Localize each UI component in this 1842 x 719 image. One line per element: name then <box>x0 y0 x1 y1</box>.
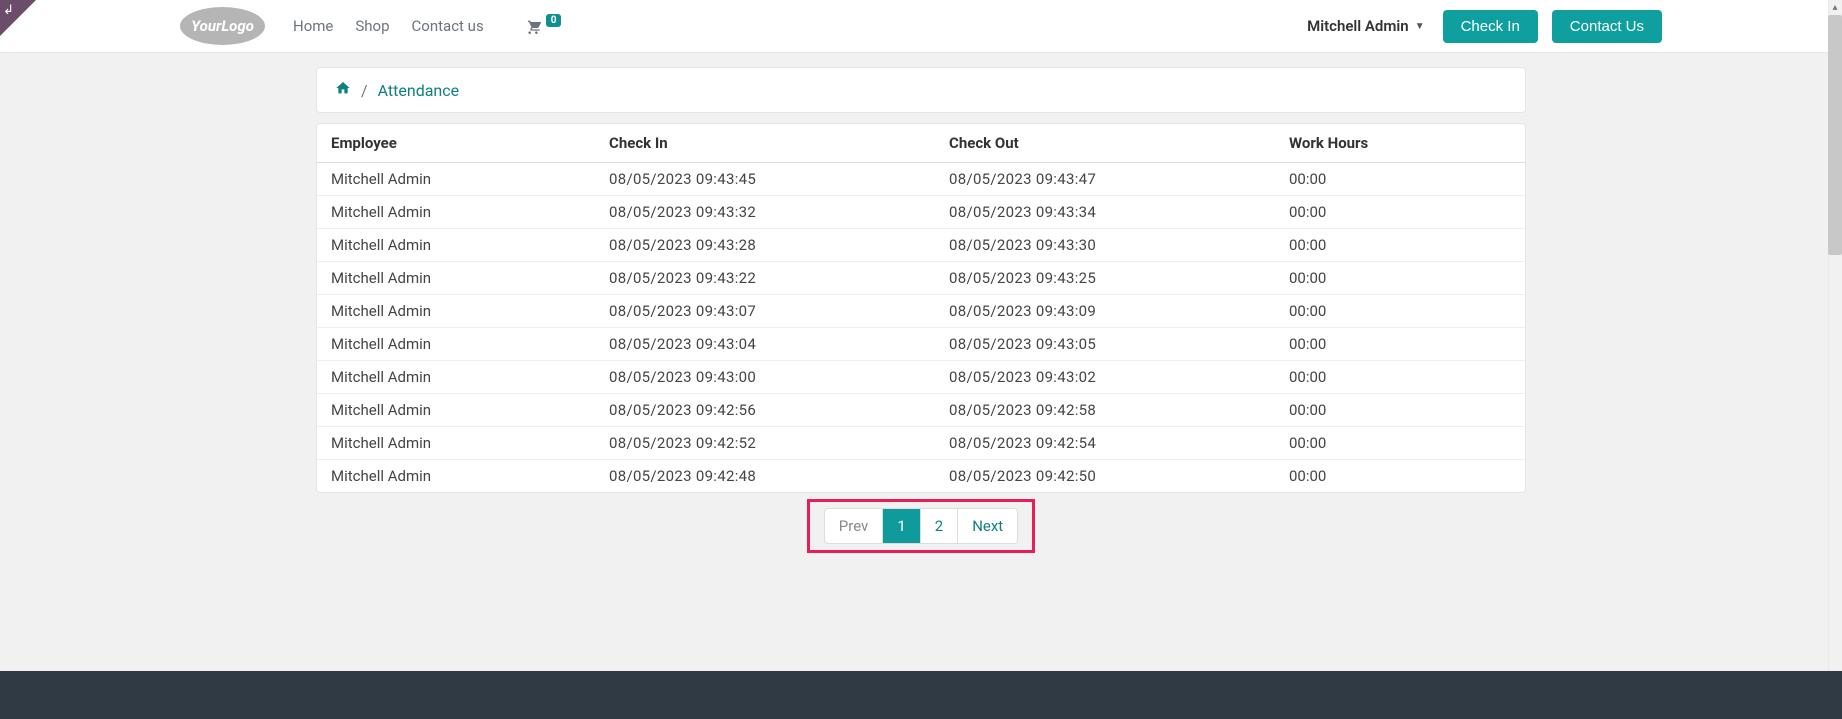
header: YourLogo Home Shop Contact us 0 Mitchell… <box>0 0 1842 53</box>
logo-text-2: Logo <box>221 17 254 35</box>
table-row: Mitchell Admin08/05/2023 09:43:4508/05/2… <box>317 163 1525 196</box>
pagination-highlight: Prev 1 2 Next <box>807 499 1035 553</box>
cell-checkin: 08/05/2023 09:43:32 <box>597 196 937 229</box>
table-row: Mitchell Admin08/05/2023 09:43:2808/05/2… <box>317 229 1525 262</box>
col-hours: Work Hours <box>1277 124 1525 163</box>
cell-employee: Mitchell Admin <box>317 262 597 295</box>
page-1[interactable]: 1 <box>882 509 919 543</box>
cell-checkin: 08/05/2023 09:42:48 <box>597 460 937 493</box>
cell-employee: Mitchell Admin <box>317 361 597 394</box>
table-row: Mitchell Admin08/05/2023 09:43:0408/05/2… <box>317 328 1525 361</box>
cell-hours: 00:00 <box>1277 361 1525 394</box>
page-next[interactable]: Next <box>957 509 1017 543</box>
cell-employee: Mitchell Admin <box>317 229 597 262</box>
cell-hours: 00:00 <box>1277 427 1525 460</box>
cell-hours: 00:00 <box>1277 196 1525 229</box>
breadcrumb-home[interactable] <box>335 80 351 100</box>
cell-checkout: 08/05/2023 09:43:47 <box>937 163 1277 196</box>
scrollbar-arrow-up-icon[interactable]: ▴ <box>1830 2 1840 12</box>
table-row: Mitchell Admin08/05/2023 09:43:2208/05/2… <box>317 262 1525 295</box>
logo-text-1: Your <box>191 17 221 35</box>
breadcrumb-sep: / <box>361 81 368 100</box>
cell-checkout: 08/05/2023 09:43:25 <box>937 262 1277 295</box>
checkin-button[interactable]: Check In <box>1443 10 1538 43</box>
page-prev[interactable]: Prev <box>825 509 883 543</box>
content-container: / Attendance Employee Check In Check Out… <box>316 67 1526 603</box>
cell-employee: Mitchell Admin <box>317 196 597 229</box>
cell-employee: Mitchell Admin <box>317 295 597 328</box>
nav-shop[interactable]: Shop <box>355 17 389 35</box>
cell-checkout: 08/05/2023 09:43:09 <box>937 295 1277 328</box>
table-row: Mitchell Admin08/05/2023 09:42:5608/05/2… <box>317 394 1525 427</box>
cell-checkout: 08/05/2023 09:43:30 <box>937 229 1277 262</box>
cell-employee: Mitchell Admin <box>317 163 597 196</box>
cart-button[interactable]: 0 <box>524 18 562 34</box>
cell-checkout: 08/05/2023 09:43:34 <box>937 196 1277 229</box>
table-row: Mitchell Admin08/05/2023 09:43:0708/05/2… <box>317 295 1525 328</box>
scrollbar-thumb[interactable] <box>1828 15 1842 255</box>
cell-checkin: 08/05/2023 09:42:56 <box>597 394 937 427</box>
cell-checkout: 08/05/2023 09:42:58 <box>937 394 1277 427</box>
cell-hours: 00:00 <box>1277 460 1525 493</box>
cell-employee: Mitchell Admin <box>317 427 597 460</box>
col-checkin: Check In <box>597 124 937 163</box>
contact-us-button[interactable]: Contact Us <box>1552 10 1662 43</box>
table-row: Mitchell Admin08/05/2023 09:42:4808/05/2… <box>317 460 1525 493</box>
cell-hours: 00:00 <box>1277 229 1525 262</box>
corner-ribbon[interactable]: ↲ <box>0 0 36 36</box>
cell-checkin: 08/05/2023 09:43:28 <box>597 229 937 262</box>
cell-checkin: 08/05/2023 09:43:00 <box>597 361 937 394</box>
cell-hours: 00:00 <box>1277 295 1525 328</box>
cart-icon <box>524 18 542 34</box>
cart-badge: 0 <box>546 14 562 27</box>
cell-checkin: 08/05/2023 09:43:22 <box>597 262 937 295</box>
scrollbar-track[interactable]: ▴ ▾ <box>1828 0 1842 719</box>
table-row: Mitchell Admin08/05/2023 09:42:5208/05/2… <box>317 427 1525 460</box>
col-checkout: Check Out <box>937 124 1277 163</box>
nav-home[interactable]: Home <box>293 17 333 35</box>
cell-checkout: 08/05/2023 09:43:05 <box>937 328 1277 361</box>
cell-hours: 00:00 <box>1277 394 1525 427</box>
breadcrumb: / Attendance <box>316 67 1526 113</box>
cell-checkout: 08/05/2023 09:43:02 <box>937 361 1277 394</box>
cell-hours: 00:00 <box>1277 163 1525 196</box>
attendance-table: Employee Check In Check Out Work Hours M… <box>317 124 1525 492</box>
page-2[interactable]: 2 <box>920 509 957 543</box>
cell-hours: 00:00 <box>1277 328 1525 361</box>
cell-checkout: 08/05/2023 09:42:54 <box>937 427 1277 460</box>
col-employee: Employee <box>317 124 597 163</box>
cell-employee: Mitchell Admin <box>317 460 597 493</box>
table-row: Mitchell Admin08/05/2023 09:43:0008/05/2… <box>317 361 1525 394</box>
cell-hours: 00:00 <box>1277 262 1525 295</box>
chevron-down-icon: ▼ <box>1415 21 1425 32</box>
nav-contact[interactable]: Contact us <box>412 17 484 35</box>
cell-checkin: 08/05/2023 09:43:07 <box>597 295 937 328</box>
pagination: Prev 1 2 Next <box>824 508 1018 544</box>
table-row: Mitchell Admin08/05/2023 09:43:3208/05/2… <box>317 196 1525 229</box>
user-name: Mitchell Admin <box>1307 17 1409 35</box>
user-dropdown[interactable]: Mitchell Admin ▼ <box>1307 17 1425 35</box>
attendance-table-card: Employee Check In Check Out Work Hours M… <box>316 123 1526 493</box>
cell-checkin: 08/05/2023 09:43:45 <box>597 163 937 196</box>
cell-checkin: 08/05/2023 09:43:04 <box>597 328 937 361</box>
pagination-wrap: Prev 1 2 Next <box>316 499 1526 603</box>
home-icon <box>335 80 351 96</box>
cell-checkin: 08/05/2023 09:42:52 <box>597 427 937 460</box>
logo[interactable]: YourLogo <box>180 7 265 45</box>
nav-links: Home Shop Contact us <box>293 17 484 35</box>
cell-employee: Mitchell Admin <box>317 394 597 427</box>
footer <box>0 671 1842 719</box>
breadcrumb-attendance[interactable]: Attendance <box>378 81 460 100</box>
cell-checkout: 08/05/2023 09:42:50 <box>937 460 1277 493</box>
cell-employee: Mitchell Admin <box>317 328 597 361</box>
corner-icon: ↲ <box>3 3 14 18</box>
